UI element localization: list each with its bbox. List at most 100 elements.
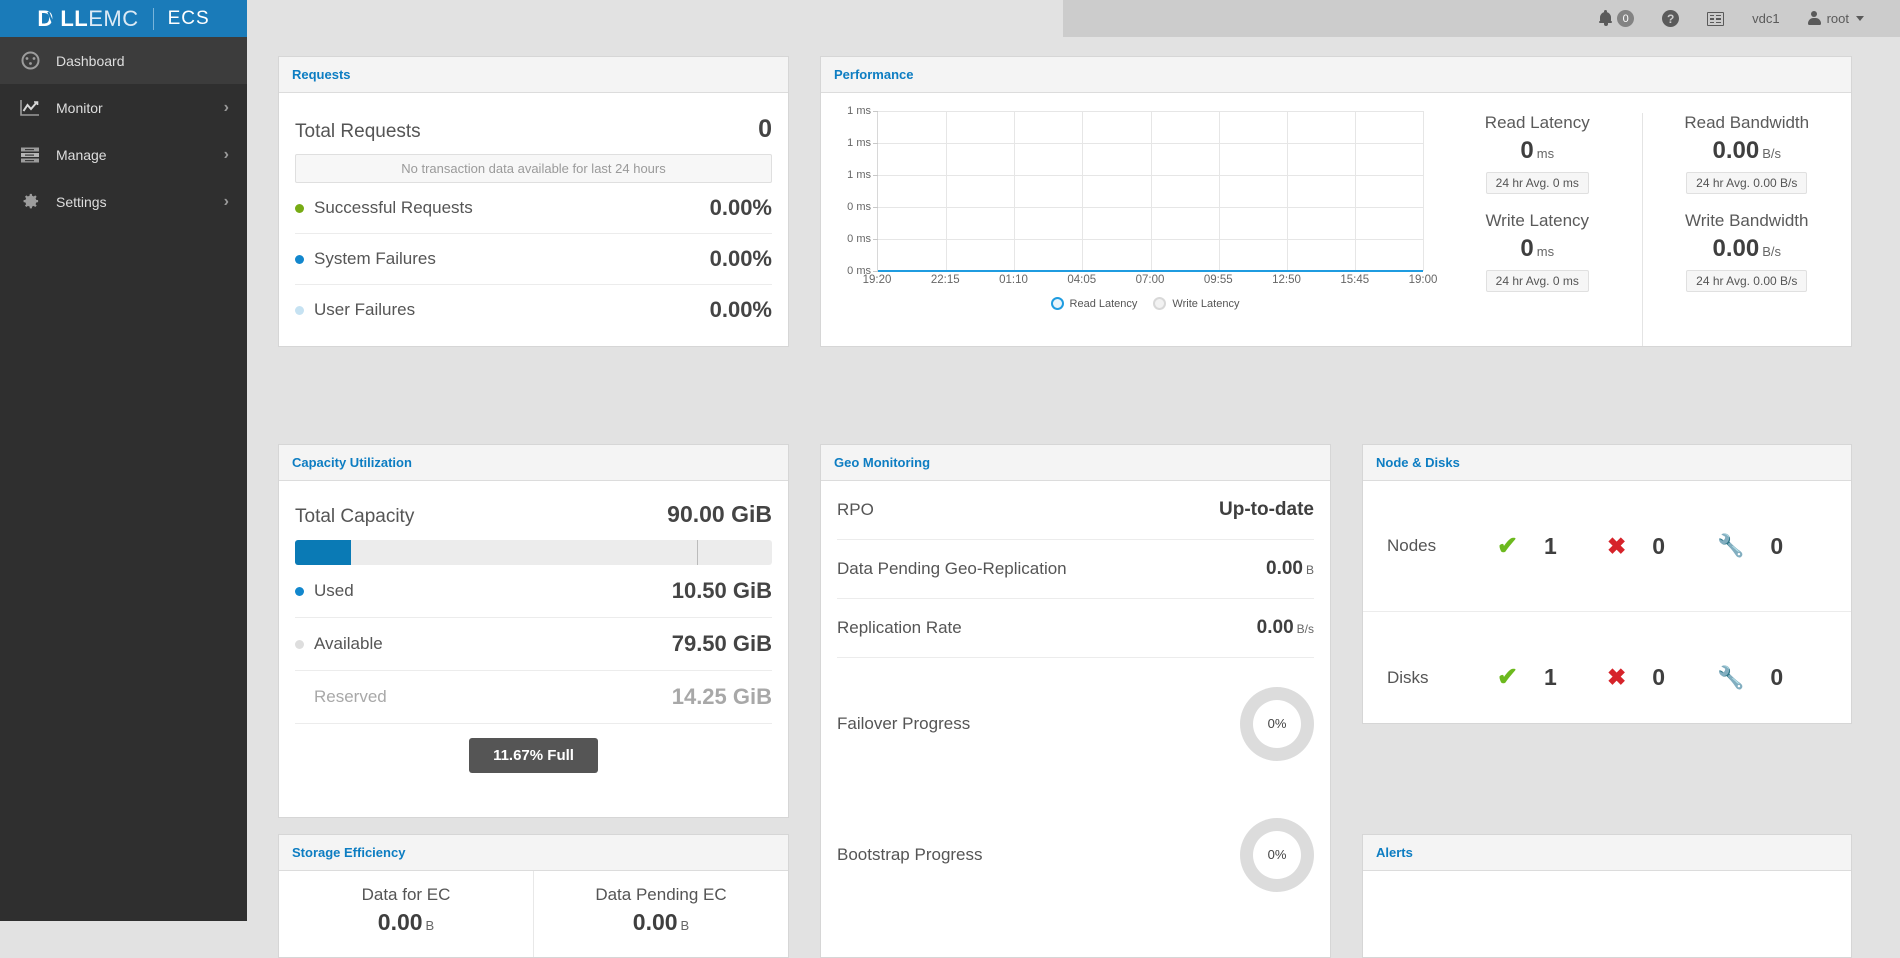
capacity-panel-body: Total Capacity 90.00 GiB Used 10.50 GiB … [279, 481, 788, 773]
y-tick-label: 0 ms [847, 201, 871, 213]
page-scrollbar[interactable] [1885, 37, 1900, 921]
nodes-label: Nodes [1387, 536, 1497, 556]
x-tick-label: 19:20 [863, 274, 892, 286]
stat-value: 0 [1520, 137, 1533, 164]
brand-logo[interactable]: D LL EMC ECS [0, 0, 247, 37]
capacity-row-used: Used 10.50 GiB [295, 565, 772, 618]
legend-label: Read Latency [1070, 298, 1138, 310]
bootstrap-progress-row: Bootstrap Progress 0% [837, 789, 1314, 920]
geo-row-label: Data Pending Geo-Replication [837, 559, 1067, 579]
y-tick-label: 1 ms [847, 169, 871, 181]
sidebar-item-label: Dashboard [56, 53, 229, 69]
capacity-row-label: Reserved [295, 687, 387, 707]
stat-average: 24 hr Avg. 0 ms [1486, 270, 1589, 292]
requests-row-value: 0.00% [710, 297, 772, 323]
progress-value: 0% [1268, 716, 1287, 731]
read-latency-series [878, 270, 1423, 273]
nodes-bad-cell: ✖ 0 [1607, 533, 1717, 560]
geo-row-rpo: RPO Up-to-date [837, 481, 1314, 540]
capacity-panel-header: Capacity Utilization [279, 445, 788, 481]
panel-title: Capacity Utilization [292, 455, 412, 470]
dell-wordmark: D LL [37, 6, 88, 32]
nodes-good-cell: ✔ 1 [1497, 533, 1607, 560]
chevron-right-icon: › [224, 146, 229, 164]
requests-row: System Failures 0.00% [295, 234, 772, 285]
vdc-selector[interactable]: vdc1 [1738, 0, 1793, 37]
performance-stats: Read Latency 0ms 24 hr Avg. 0 ms Write L… [1433, 93, 1851, 346]
chart-legend: Read Latency Write Latency [877, 297, 1423, 310]
panel-title: Geo Monitoring [834, 455, 930, 470]
x-tick-label: 19:00 [1409, 274, 1438, 286]
help-button[interactable]: ? [1648, 0, 1693, 37]
list-icon [1707, 12, 1724, 26]
nodes-bad-count: 0 [1652, 533, 1665, 560]
wrench-icon: 🔧 [1717, 667, 1744, 689]
cross-icon: ✖ [1607, 535, 1626, 558]
latency-stats-column: Read Latency 0ms 24 hr Avg. 0 ms Write L… [1433, 113, 1642, 346]
available-dot [295, 640, 304, 649]
capacity-row-reserved: Reserved 14.25 GiB [295, 671, 772, 724]
failover-progress-donut: 0% [1240, 687, 1314, 761]
stat-value: 0.00 [633, 909, 678, 935]
total-capacity-value: 90.00 GiB [667, 501, 772, 528]
geo-monitoring-body: RPO Up-to-date Data Pending Geo-Replicat… [821, 481, 1330, 920]
y-tick-label: 1 ms [847, 137, 871, 149]
write-latency-stat: Write Latency 0ms 24 hr Avg. 0 ms [1433, 211, 1642, 292]
alerts-count-badge: 0 [1617, 10, 1634, 27]
chart-plot-area [877, 111, 1423, 271]
total-capacity-row: Total Capacity 90.00 GiB [295, 481, 772, 540]
disks-good-cell: ✔ 1 [1497, 664, 1607, 691]
nodes-maintenance-count: 0 [1770, 533, 1783, 560]
storage-efficiency-panel: Storage Efficiency Data for EC 0.00B Dat… [278, 834, 789, 958]
dell-emc-logo: D LL EMC [37, 6, 138, 32]
geo-row-unit: B [1306, 563, 1314, 577]
alerts-button[interactable]: 0 [1585, 0, 1648, 37]
chevron-down-icon [1856, 16, 1864, 21]
wrench-icon: 🔧 [1717, 535, 1744, 557]
alerts-panel-header: Alerts [1363, 835, 1851, 871]
sidebar-item-label: Manage [56, 147, 224, 163]
sidebar-item-dashboard[interactable]: Dashboard [0, 37, 247, 84]
read-latency-stat: Read Latency 0ms 24 hr Avg. 0 ms [1433, 113, 1642, 194]
panel-title: Alerts [1376, 845, 1413, 860]
legend-label: Write Latency [1172, 298, 1239, 310]
geo-row-unit: B/s [1297, 622, 1314, 636]
geo-row-label: Replication Rate [837, 618, 962, 638]
emc-wordmark: EMC [88, 6, 138, 32]
geo-row-replication-rate: Replication Rate 0.00B/s [837, 599, 1314, 658]
user-menu[interactable]: root [1794, 0, 1878, 37]
capacity-row-value: 10.50 GiB [672, 578, 772, 604]
total-capacity-label: Total Capacity [295, 506, 414, 528]
chevron-right-icon: › [224, 99, 229, 117]
disks-maintenance-count: 0 [1770, 664, 1783, 691]
sidebar-item-settings[interactable]: Settings › [0, 178, 247, 225]
stat-label: Write Bandwidth [1643, 211, 1852, 231]
panel-title: Performance [834, 67, 913, 82]
sidebar-item-monitor[interactable]: Monitor › [0, 84, 247, 131]
check-icon: ✔ [1497, 534, 1518, 559]
write-latency-legend-marker[interactable] [1153, 297, 1166, 310]
top-bar-actions: 0 ? vdc1 root [1063, 0, 1900, 37]
panel-title: Storage Efficiency [292, 845, 405, 860]
x-tick-label: 01:10 [999, 274, 1028, 286]
user-failures-dot [295, 306, 304, 315]
monitor-chart-icon [18, 99, 42, 117]
cross-icon: ✖ [1607, 666, 1626, 689]
panel-title: Requests [292, 67, 351, 82]
disks-label: Disks [1387, 668, 1497, 688]
sidebar-item-manage[interactable]: Manage › [0, 131, 247, 178]
product-name: ECS [168, 8, 210, 30]
data-pending-ec-stat: Data Pending EC 0.00B [533, 871, 788, 957]
disks-good-count: 1 [1544, 664, 1557, 691]
top-bar-spacer [247, 0, 1063, 37]
latency-chart: 1 ms 1 ms 1 ms 0 ms 0 ms 0 ms [821, 93, 1433, 346]
bandwidth-stats-column: Read Bandwidth 0.00B/s 24 hr Avg. 0.00 B… [1642, 113, 1852, 346]
chevron-right-icon: › [224, 193, 229, 211]
read-latency-legend-marker[interactable] [1051, 297, 1064, 310]
bootstrap-progress-donut: 0% [1240, 818, 1314, 892]
capacity-row-available: Available 79.50 GiB [295, 618, 772, 671]
successful-requests-dot [295, 204, 304, 213]
jobs-list-button[interactable] [1693, 0, 1738, 37]
x-tick-label: 12:50 [1272, 274, 1301, 286]
stat-average: 24 hr Avg. 0.00 B/s [1686, 270, 1807, 292]
